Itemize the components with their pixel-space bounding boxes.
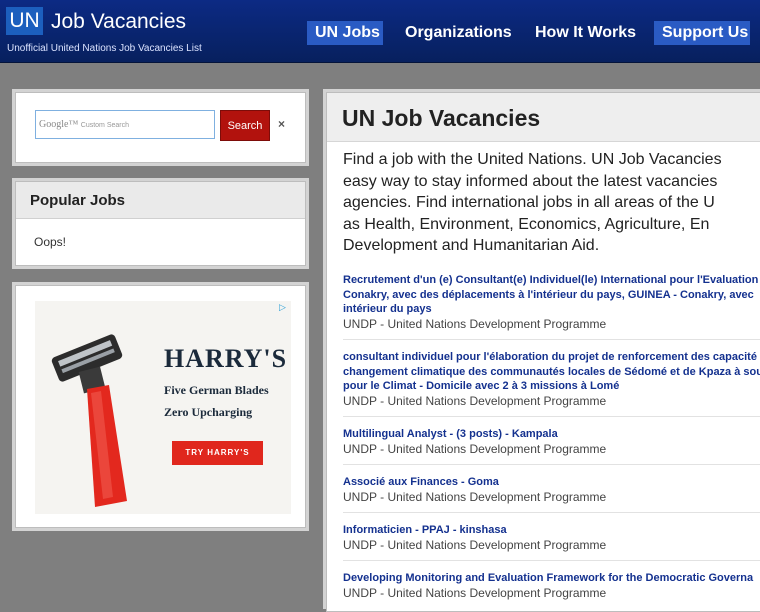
job-title-link[interactable]: consultant individuel pour l'élaboration… xyxy=(343,350,760,394)
advertisement[interactable]: HARRY'S Five German Blades Zero Upchargi… xyxy=(35,301,291,514)
job-divider xyxy=(343,512,760,513)
job-organization: UNDP - United Nations Development Progra… xyxy=(343,316,607,331)
job-organization: UNDP - United Nations Development Progra… xyxy=(343,537,607,552)
custom-search-label: Custom Search xyxy=(80,122,130,129)
nav-support-us[interactable]: Support Us xyxy=(654,21,750,45)
popular-jobs-title: Popular Jobs xyxy=(30,192,126,209)
intro-line: as Health, Environment, Economics, Agric… xyxy=(343,215,710,233)
job-title-line[interactable]: changement climatique des communautés lo… xyxy=(343,365,760,380)
ad-cta-button[interactable]: TRY HARRY'S xyxy=(172,441,263,465)
job-title-link[interactable]: Multilingual Analyst - (3 posts) - Kampa… xyxy=(343,427,760,442)
popular-jobs-header: Popular Jobs xyxy=(16,182,305,219)
ad-choices-icon[interactable]: ▷ xyxy=(279,302,289,312)
ad-tagline-1: Five German Blades xyxy=(164,383,269,397)
popular-jobs-empty-message: Oops! xyxy=(34,235,67,249)
job-organization: UNDP - United Nations Development Progra… xyxy=(343,489,607,504)
job-item: Multilingual Analyst - (3 posts) - Kampa… xyxy=(343,427,760,457)
job-organization: UNDP - United Nations Development Progra… xyxy=(343,393,607,408)
intro-line: Find a job with the United Nations. UN J… xyxy=(343,151,722,168)
google-custom-search-watermark: Google™ Custom Search xyxy=(39,119,130,130)
job-divider xyxy=(343,416,760,417)
job-title-line[interactable]: intérieur du pays xyxy=(343,302,760,317)
main-content: UN Job Vacancies Find a job with the Uni… xyxy=(326,92,760,612)
ad-brand: HARRY'S xyxy=(164,344,288,373)
job-title-line[interactable]: Developing Monitoring and Evaluation Fra… xyxy=(343,571,760,586)
job-title-link[interactable]: Recrutement d'un (e) Consultant(e) Indiv… xyxy=(343,273,760,317)
job-item: consultant individuel pour l'élaboration… xyxy=(343,350,760,409)
popular-jobs-panel: Popular Jobs Oops! xyxy=(15,181,306,266)
search-panel: Google™ Custom Search Search × xyxy=(15,92,306,163)
intro-text: Find a job with the United Nations. UN J… xyxy=(343,149,760,257)
job-title-line[interactable]: Conakry, avec des déplacements à l'intér… xyxy=(343,288,760,303)
job-organization: UNDP - United Nations Development Progra… xyxy=(343,441,607,456)
ad-panel: HARRY'S Five German Blades Zero Upchargi… xyxy=(15,285,306,528)
nav-un-jobs[interactable]: UN Jobs xyxy=(307,21,383,45)
job-item: Recrutement d'un (e) Consultant(e) Indiv… xyxy=(343,273,760,332)
job-item: Associé aux Finances - Goma UNDP - Unite… xyxy=(343,475,760,505)
clear-search-icon[interactable]: × xyxy=(278,117,285,131)
job-title-line[interactable]: Recrutement d'un (e) Consultant(e) Indiv… xyxy=(343,273,760,288)
job-title-line[interactable]: Associé aux Finances - Goma xyxy=(343,475,760,490)
job-organization: UNDP - United Nations Development Progra… xyxy=(343,585,607,600)
job-title-line[interactable]: Multilingual Analyst - (3 posts) - Kampa… xyxy=(343,427,760,442)
logo-mark[interactable]: UN xyxy=(6,7,43,35)
job-title-link[interactable]: Associé aux Finances - Goma xyxy=(343,475,760,490)
nav-organizations[interactable]: Organizations xyxy=(397,21,515,45)
job-title-link[interactable]: Developing Monitoring and Evaluation Fra… xyxy=(343,571,760,586)
main-header: UN Job Vacancies xyxy=(327,93,760,142)
intro-line: Development and Humanitarian Aid. xyxy=(343,237,600,254)
site-subtitle: Unofficial United Nations Job Vacancies … xyxy=(7,43,202,54)
google-label: Google xyxy=(39,119,69,130)
job-divider xyxy=(343,464,760,465)
page-title: UN Job Vacancies xyxy=(342,105,541,131)
search-input[interactable]: Google™ Custom Search xyxy=(35,110,215,139)
job-item: Informaticien - PPAJ - kinshasa UNDP - U… xyxy=(343,523,760,553)
job-divider xyxy=(343,560,760,561)
search-button[interactable]: Search xyxy=(220,110,270,141)
job-item: Developing Monitoring and Evaluation Fra… xyxy=(343,571,760,601)
site-header: UN Job Vacancies Unofficial United Natio… xyxy=(0,0,760,63)
job-title-line[interactable]: Informaticien - PPAJ - kinshasa xyxy=(343,523,760,538)
nav-how-it-works[interactable]: How It Works xyxy=(527,21,641,45)
intro-line: easy way to stay informed about the late… xyxy=(343,172,718,190)
site-title[interactable]: Job Vacancies xyxy=(51,9,186,35)
ad-tagline-2: Zero Upcharging xyxy=(164,405,253,419)
razor-icon xyxy=(51,334,127,507)
job-title-line[interactable]: pour le Climat - Domicile avec 2 à 3 mis… xyxy=(343,379,760,394)
job-title-link[interactable]: Informaticien - PPAJ - kinshasa xyxy=(343,523,760,538)
job-divider xyxy=(343,339,760,340)
job-title-line[interactable]: consultant individuel pour l'élaboration… xyxy=(343,350,760,365)
intro-line: agencies. Find international jobs in all… xyxy=(343,194,715,211)
